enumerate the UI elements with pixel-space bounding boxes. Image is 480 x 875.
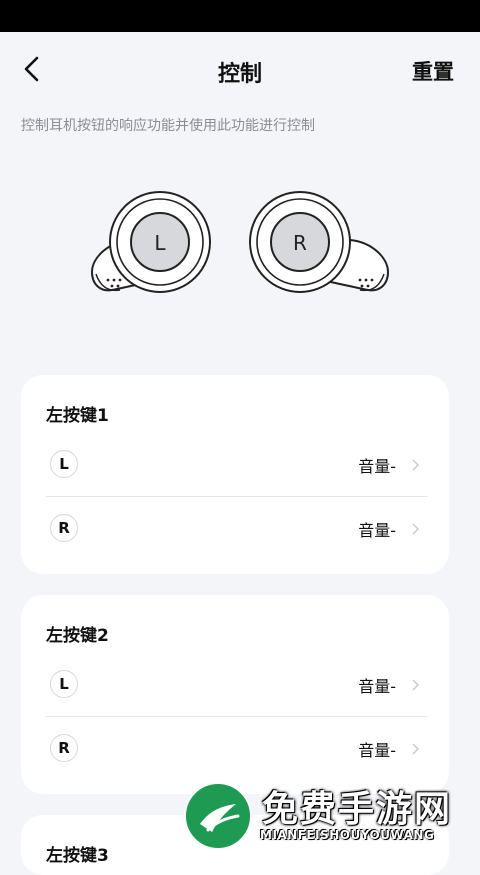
list-item[interactable]: L 音量- xyxy=(46,433,428,497)
status-bar xyxy=(0,0,480,32)
watermark-logo-icon xyxy=(184,782,252,850)
chevron-right-icon xyxy=(412,459,420,471)
chevron-right-icon xyxy=(412,523,420,535)
key-card-1: 左按键1 L 音量- R 音量- xyxy=(21,375,449,574)
right-earbud-image xyxy=(249,191,390,293)
chevron-right-icon xyxy=(412,743,420,755)
side-badge: R xyxy=(50,734,78,762)
key-card-2: 左按键2 L 音量- R 音量- xyxy=(21,595,449,794)
earbuds-illustration: L R xyxy=(0,180,480,320)
card-title: 左按键2 xyxy=(46,626,109,646)
action-value: 音量- xyxy=(358,457,396,476)
card-title: 左按键3 xyxy=(46,846,109,866)
action-value: 音量- xyxy=(358,677,396,696)
reset-button[interactable]: 重置 xyxy=(412,56,454,86)
watermark: 免费手游网 MIANFEISHOUYOUWANG xyxy=(176,776,480,853)
side-badge: L xyxy=(50,450,78,478)
left-earbud-label: L xyxy=(154,231,166,255)
right-earbud-label: R xyxy=(293,231,307,255)
left-earbud-image xyxy=(90,191,211,293)
list-item[interactable]: R 音量- xyxy=(46,497,428,561)
side-badge: L xyxy=(50,670,78,698)
list-item[interactable]: R 音量- xyxy=(46,717,428,781)
side-badge: R xyxy=(50,514,78,542)
action-value: 音量- xyxy=(358,521,396,540)
chevron-right-icon xyxy=(412,679,420,691)
watermark-title: 免费手游网 xyxy=(262,789,453,830)
action-value: 音量- xyxy=(358,741,396,760)
page-title: 控制 xyxy=(217,62,262,87)
list-item[interactable]: L 音量- xyxy=(46,653,428,717)
page-description: 控制耳机按钮的响应功能并使用此功能进行控制 xyxy=(21,118,315,134)
card-title: 左按键1 xyxy=(46,406,109,426)
header: 控制 重置 xyxy=(0,32,480,108)
watermark-subtitle: MIANFEISHOUYOUWANG xyxy=(260,828,435,842)
